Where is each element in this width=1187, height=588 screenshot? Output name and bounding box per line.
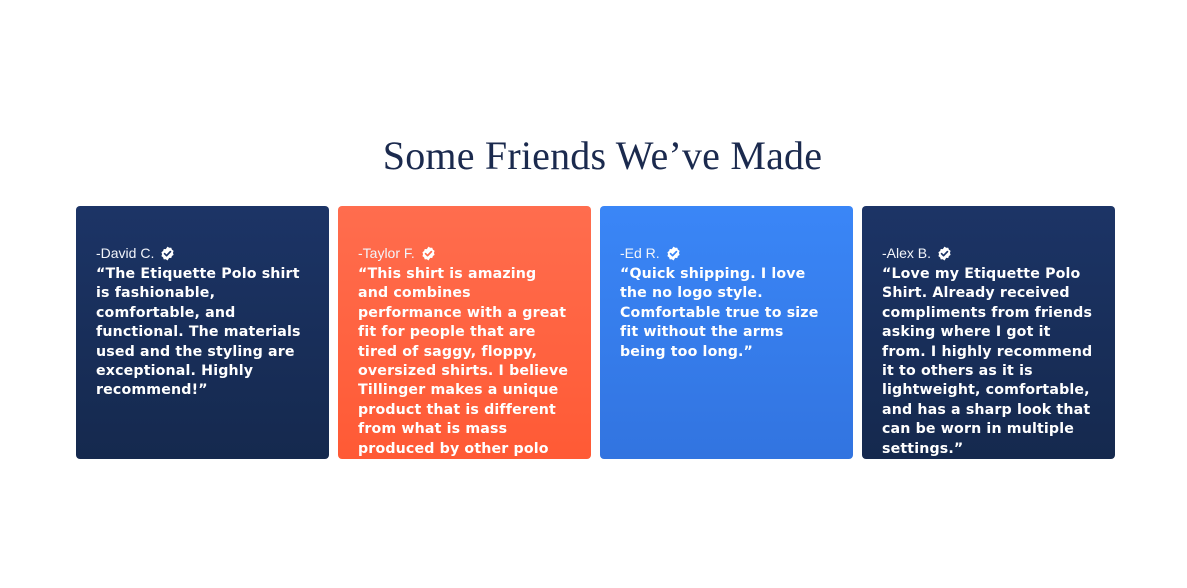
testimonial-quote: “Quick shipping. I love the no logo styl… xyxy=(620,266,819,360)
testimonial-card-taylor: -Taylor F. “This shirt is amazing and co… xyxy=(338,206,591,476)
testimonial-list: -David C. “The Etiquette Polo shirt is f… xyxy=(76,206,1115,476)
author-name: -Taylor F. xyxy=(358,245,415,261)
verified-check-icon xyxy=(160,246,175,261)
author-name: -David C. xyxy=(96,245,155,261)
testimonial-quote: “This shirt is amazing and combines perf… xyxy=(358,266,569,477)
author-row: -Taylor F. xyxy=(358,243,571,263)
testimonial-card-david: -David C. “The Etiquette Polo shirt is f… xyxy=(76,206,329,459)
author-row: -David C. xyxy=(96,243,309,263)
verified-check-icon xyxy=(937,246,952,261)
author-row: -Ed R. xyxy=(620,243,833,263)
testimonial-card-ed: -Ed R. “Quick shipping. I love the no lo… xyxy=(600,206,853,459)
author-name: -Ed R. xyxy=(620,245,660,261)
section-title: Some Friends We’ve Made xyxy=(382,133,823,178)
verified-check-icon xyxy=(666,246,681,261)
testimonial-card-alex: -Alex B. “Love my Etiquette Polo Shirt. … xyxy=(862,206,1115,459)
verified-check-icon xyxy=(421,246,436,261)
author-name: -Alex B. xyxy=(882,245,932,261)
testimonial-quote: “Love my Etiquette Polo Shirt. Already r… xyxy=(882,266,1093,457)
testimonial-quote: “The Etiquette Polo shirt is fashionable… xyxy=(96,266,301,399)
author-row: -Alex B. xyxy=(882,243,1095,263)
